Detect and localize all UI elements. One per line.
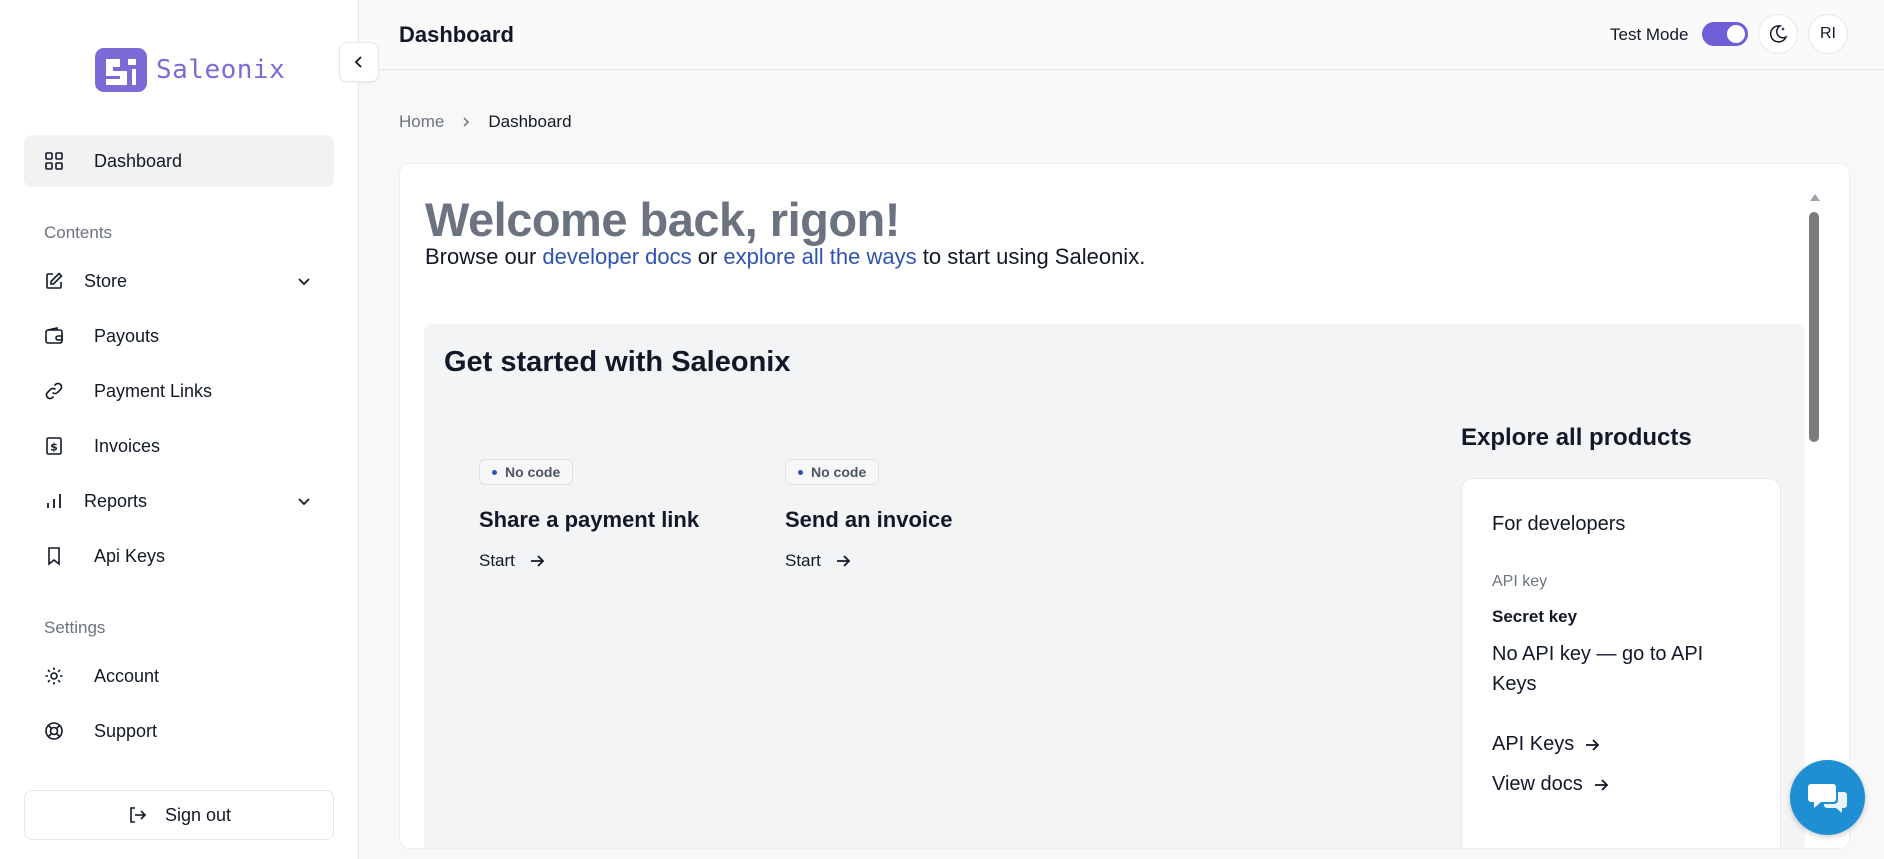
get-started-panel: Get started with Saleonix No code Share … bbox=[424, 324, 1805, 848]
sidebar-item-label: Payouts bbox=[94, 325, 160, 346]
test-mode-toggle[interactable] bbox=[1702, 22, 1748, 46]
no-code-badge: No code bbox=[479, 459, 574, 485]
developers-card-title: For developers bbox=[1492, 513, 1626, 535]
sidebar-item-account[interactable]: Account bbox=[24, 650, 334, 702]
chat-bubbles-icon bbox=[1807, 780, 1849, 816]
saleonix-logo-icon bbox=[95, 48, 147, 92]
no-code-badge: No code bbox=[785, 459, 880, 485]
browse-text: Browse our developer docs or explore all… bbox=[425, 244, 1145, 270]
sidebar-item-store[interactable]: Store bbox=[24, 255, 334, 307]
section-label-settings: Settings bbox=[44, 618, 106, 637]
theme-toggle-button[interactable] bbox=[1758, 14, 1798, 54]
sidebar-item-label: Account bbox=[94, 665, 160, 686]
arrow-right-icon bbox=[1593, 777, 1609, 793]
badge-dot-icon bbox=[492, 469, 497, 475]
view-docs-link-label: View docs bbox=[1492, 773, 1583, 795]
sidebar-item-label: Payment Links bbox=[94, 380, 213, 401]
top-header: Dashboard Test Mode RI bbox=[360, 0, 1884, 70]
browse-middle: or bbox=[691, 244, 724, 269]
chevron-right-icon bbox=[460, 116, 472, 128]
page-title: Dashboard bbox=[399, 22, 514, 47]
badge-dot-icon bbox=[798, 469, 803, 475]
sidebar-item-api-keys[interactable]: Api Keys bbox=[24, 530, 334, 582]
sidebar-item-payouts[interactable]: Payouts bbox=[24, 310, 334, 362]
sidebar-item-reports[interactable]: Reports bbox=[24, 475, 334, 527]
start-label: Start bbox=[479, 551, 515, 570]
start-share-link-button[interactable]: Start bbox=[479, 551, 739, 571]
browse-suffix: to start using Saleonix. bbox=[916, 244, 1146, 269]
api-keys-link[interactable]: API Keys bbox=[1492, 733, 1600, 756]
scrollbar-thumb[interactable] bbox=[1809, 212, 1819, 442]
browse-prefix: Browse our bbox=[425, 244, 543, 269]
get-started-title: Get started with Saleonix bbox=[444, 346, 791, 378]
api-key-label: API key bbox=[1492, 573, 1548, 590]
wallet-icon bbox=[44, 326, 64, 346]
arrow-right-icon bbox=[529, 553, 545, 569]
welcome-heading: Welcome back, rigon! bbox=[425, 193, 900, 246]
arrow-right-icon bbox=[1584, 737, 1600, 753]
badge-label: No code bbox=[811, 464, 867, 480]
secret-key-value: No API key — go to API Keys bbox=[1492, 643, 1704, 695]
developer-docs-link[interactable]: developer docs bbox=[542, 244, 691, 269]
scroll-up-arrow-icon[interactable] bbox=[1810, 194, 1820, 201]
avatar-initials: RI bbox=[1820, 25, 1836, 42]
chevron-left-icon bbox=[351, 54, 367, 70]
explore-products-title: Explore all products bbox=[1461, 424, 1692, 451]
sign-out-icon bbox=[127, 805, 147, 825]
main-card: Welcome back, rigon! Browse our develope… bbox=[399, 163, 1850, 849]
task-send-invoice: No code Send an invoice Start bbox=[785, 459, 1045, 571]
sidebar-item-label: Dashboard bbox=[94, 150, 183, 171]
task-title: Send an invoice bbox=[785, 507, 953, 532]
sidebar-item-label: Support bbox=[94, 720, 158, 741]
collapse-sidebar-button[interactable] bbox=[339, 42, 379, 82]
sidebar-item-label: Store bbox=[84, 270, 128, 291]
scrollbar[interactable] bbox=[1808, 194, 1822, 844]
lifebuoy-icon bbox=[44, 721, 64, 741]
breadcrumb-current: Dashboard bbox=[488, 112, 572, 131]
sidebar-item-payment-links[interactable]: Payment Links bbox=[24, 365, 334, 417]
bar-chart-icon bbox=[44, 491, 64, 511]
developers-card: For developers API key Secret key No API… bbox=[1461, 478, 1781, 848]
edit-icon bbox=[44, 271, 64, 291]
chevron-down-icon[interactable] bbox=[296, 493, 312, 509]
view-docs-link[interactable]: View docs bbox=[1492, 773, 1609, 796]
arrow-right-icon bbox=[835, 553, 851, 569]
section-label-contents: Contents bbox=[44, 223, 113, 242]
link-icon bbox=[44, 381, 64, 401]
secret-key-label: Secret key bbox=[1492, 607, 1578, 626]
explore-ways-link[interactable]: explore all the ways bbox=[723, 244, 916, 269]
sign-out-button[interactable]: Sign out bbox=[24, 790, 334, 840]
toggle-knob bbox=[1727, 25, 1745, 43]
gear-icon bbox=[44, 666, 64, 686]
start-label: Start bbox=[785, 551, 821, 570]
test-mode-label: Test Mode bbox=[1610, 25, 1689, 44]
logo-text: Saleonix bbox=[156, 55, 286, 85]
chevron-down-icon[interactable] bbox=[296, 273, 312, 289]
sign-out-label: Sign out bbox=[164, 804, 232, 825]
bookmark-icon bbox=[44, 546, 64, 566]
sidebar-item-label: Invoices bbox=[94, 435, 161, 456]
api-keys-link-label: API Keys bbox=[1492, 733, 1575, 755]
breadcrumb: Home Dashboard bbox=[399, 112, 572, 132]
task-share-payment-link: No code Share a payment link Start bbox=[479, 459, 739, 571]
moon-icon bbox=[1767, 23, 1789, 45]
sidebar: Saleonix Dashboard Contents Store Payout… bbox=[0, 0, 359, 859]
sidebar-item-support[interactable]: Support bbox=[24, 705, 334, 757]
avatar[interactable]: RI bbox=[1808, 14, 1848, 54]
start-send-invoice-button[interactable]: Start bbox=[785, 551, 1045, 571]
sidebar-item-invoices[interactable]: $ Invoices bbox=[24, 420, 334, 472]
task-title: Share a payment link bbox=[479, 507, 700, 532]
logo[interactable]: Saleonix bbox=[92, 45, 285, 95]
sidebar-item-dashboard[interactable]: Dashboard bbox=[24, 135, 334, 187]
svg-text:$: $ bbox=[50, 441, 58, 454]
chat-support-button[interactable] bbox=[1790, 760, 1865, 835]
sidebar-item-label: Api Keys bbox=[94, 545, 166, 566]
breadcrumb-home[interactable]: Home bbox=[399, 112, 444, 132]
sidebar-item-label: Reports bbox=[84, 490, 148, 511]
invoice-icon: $ bbox=[44, 436, 64, 456]
badge-label: No code bbox=[505, 464, 561, 480]
grid-icon bbox=[44, 151, 64, 171]
